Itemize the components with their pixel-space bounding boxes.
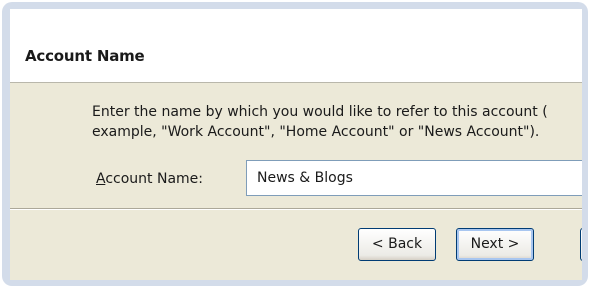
separator <box>10 208 582 210</box>
account-wizard-dialog: Account Name Enter the name by which you… <box>10 9 582 280</box>
cancel-button-partial[interactable] <box>580 228 582 261</box>
access-key-letter: A <box>96 171 106 187</box>
page-title: Account Name <box>25 47 145 65</box>
back-button[interactable]: < Back <box>358 228 436 261</box>
next-button[interactable]: Next > <box>456 228 534 261</box>
account-name-label: Account Name: <box>96 171 203 187</box>
title-strip <box>10 9 582 19</box>
account-name-input[interactable] <box>246 160 582 196</box>
account-name-label-text: ccount Name: <box>105 171 204 187</box>
wizard-header: Account Name <box>10 19 582 83</box>
instructions-text: Enter the name by which you would like t… <box>92 104 548 140</box>
